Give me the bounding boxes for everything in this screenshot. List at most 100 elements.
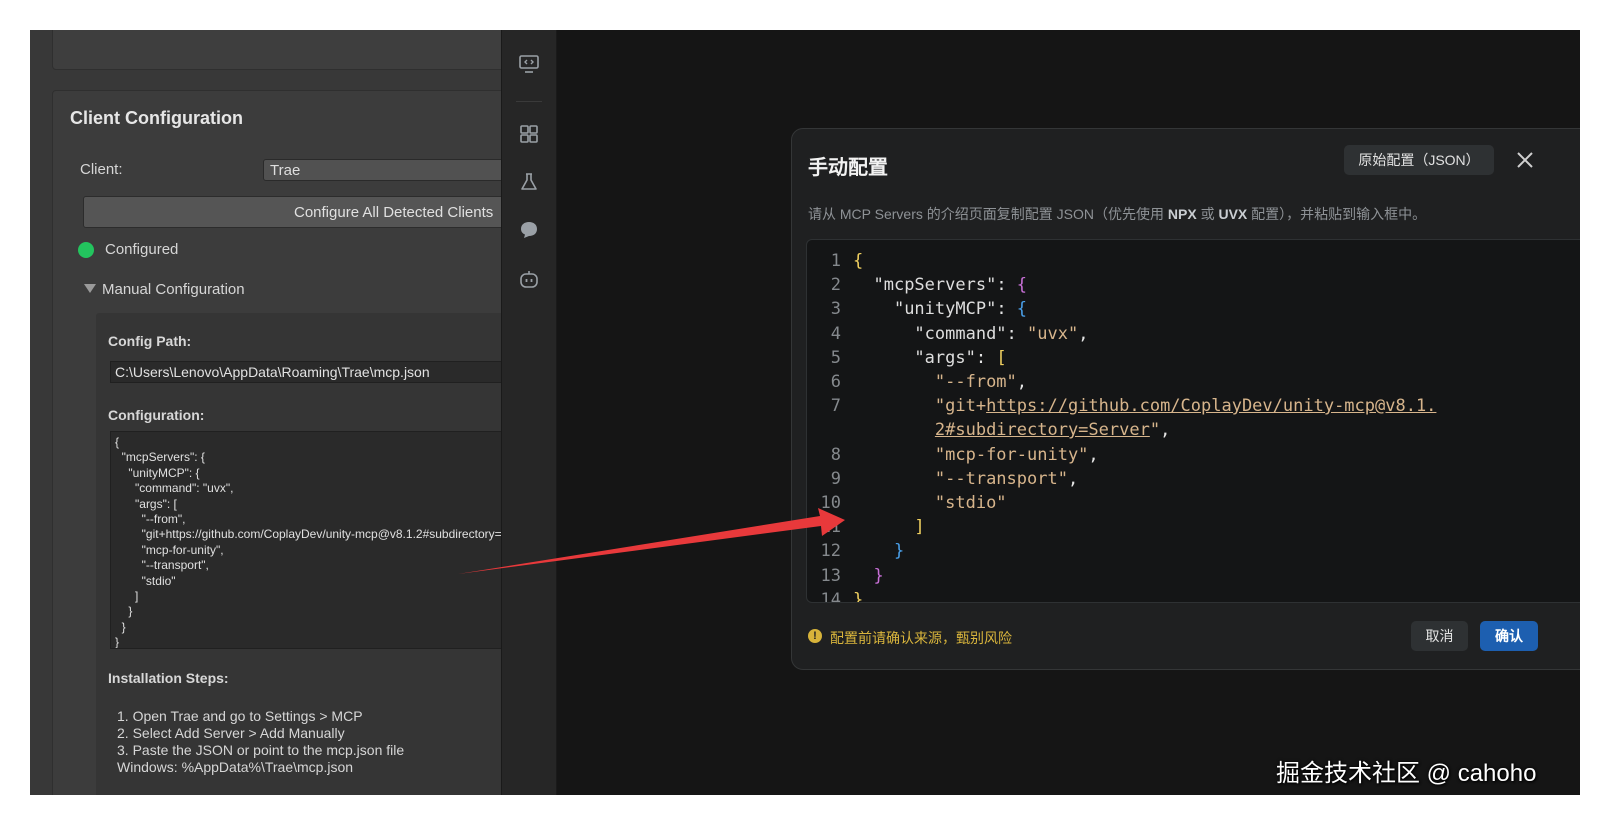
monitor-code-icon[interactable] xyxy=(518,53,540,75)
line-number: 13 xyxy=(820,566,841,586)
installation-steps: 1. Open Trae and go to Settings > MCP 2.… xyxy=(117,708,404,776)
config-line: { xyxy=(115,435,120,449)
client-dropdown[interactable]: Trae xyxy=(263,159,523,181)
line-number: 1 xyxy=(830,251,841,271)
code-line: 2#subdirectory=Server", xyxy=(853,420,1170,440)
cancel-button[interactable]: 取消 xyxy=(1411,621,1468,651)
dialog-description: 请从 MCP Servers 的介绍页面复制配置 JSON（优先使用 NPX 或… xyxy=(808,204,1426,224)
json-editor[interactable]: 1 2 3 4 5 6 7 8 9 10 11 12 13 14 { "mcpS… xyxy=(806,239,1580,603)
code-line: "args": [ xyxy=(853,348,1006,368)
brace: } xyxy=(853,590,864,603)
comma: , xyxy=(1016,372,1028,392)
warning-text: 配置前请确认来源，甄别风险 xyxy=(830,630,1012,646)
line-number: 8 xyxy=(830,445,841,465)
bracket: ] xyxy=(914,517,925,537)
brace: { xyxy=(853,251,864,271)
installation-steps-label: Installation Steps: xyxy=(108,670,229,686)
url-link[interactable]: 2#subdirectory=Server xyxy=(935,420,1150,440)
line-number: 6 xyxy=(830,372,841,392)
status-indicator-icon xyxy=(78,242,94,258)
json-string: "stdio" xyxy=(934,493,1007,513)
confirm-button[interactable]: 确认 xyxy=(1480,621,1538,651)
colon: : xyxy=(975,348,997,368)
config-line: "git+https://github.com/CoplayDev/unity-… xyxy=(115,527,523,542)
step-item: 1. Open Trae and go to Settings > MCP xyxy=(117,708,363,724)
manual-config-dialog: 手动配置 原始配置（JSON） 请从 MCP Servers 的介绍页面复制配置… xyxy=(791,128,1580,670)
code-line: "stdio" xyxy=(853,493,1007,513)
code-line: "mcp-for-unity", xyxy=(853,445,1099,465)
toolbar-separator xyxy=(516,101,542,102)
code-line: "unityMCP": { xyxy=(853,299,1027,319)
json-string: " xyxy=(1149,420,1161,440)
unity-mcp-panel: Client Configuration Client: Trae Config… xyxy=(30,30,526,795)
config-line: "mcpServers": { xyxy=(115,450,205,465)
line-number: 11 xyxy=(820,517,841,537)
section-title: Client Configuration xyxy=(70,108,243,128)
foldout-triangle-icon[interactable] xyxy=(84,284,96,293)
json-string: "uvx" xyxy=(1027,324,1079,344)
config-line: } xyxy=(115,604,133,619)
config-path-label: Config Path: xyxy=(108,333,192,349)
flask-icon[interactable] xyxy=(518,171,540,193)
code-line: "--from", xyxy=(853,372,1027,392)
json-string: "--from" xyxy=(934,372,1017,392)
comma: , xyxy=(1067,469,1079,489)
configure-all-button[interactable]: Configure All Detected Clients xyxy=(83,196,523,228)
step-item: Windows: %AppData%\Trae\mcp.json xyxy=(117,759,354,775)
grid-icon[interactable] xyxy=(518,123,540,145)
line-number: 14 xyxy=(820,590,841,603)
config-line: "args": [ xyxy=(115,496,177,511)
code-line: } xyxy=(853,541,904,561)
line-number: 10 xyxy=(820,493,841,513)
config-line: } xyxy=(115,635,120,649)
client-label: Client: xyxy=(80,161,123,178)
json-key: "command" xyxy=(914,324,1007,344)
line-number: 5 xyxy=(830,348,841,368)
json-key: "args" xyxy=(914,348,976,368)
code-line: } xyxy=(853,566,884,586)
dialog-title: 手动配置 xyxy=(808,157,888,179)
config-line: "--from", xyxy=(115,512,186,527)
config-line: ] xyxy=(115,589,139,604)
line-number: 12 xyxy=(820,541,841,561)
config-line: "unityMCP": { xyxy=(115,465,200,480)
side-toolbar xyxy=(501,30,557,795)
json-key: "mcpServers" xyxy=(873,275,997,295)
brace: { xyxy=(1016,299,1028,319)
line-number: 9 xyxy=(830,469,841,489)
code-line: { xyxy=(853,251,863,271)
line-number: 2 xyxy=(830,275,841,295)
desc-text: 或 xyxy=(1196,206,1219,222)
desc-text: 配置），并粘贴到输入框中。 xyxy=(1247,206,1427,222)
info-icon: ! xyxy=(808,629,822,643)
colon: : xyxy=(1006,324,1028,344)
configuration-textarea[interactable]: { "mcpServers": { "unityMCP": { "command… xyxy=(110,431,523,649)
code-line: "git+https://github.com/CoplayDev/unity-… xyxy=(853,396,1437,416)
config-path-field[interactable]: C:\Users\Lenovo\AppData\Roaming\Trae\mcp… xyxy=(110,361,523,383)
code-line: "mcpServers": { xyxy=(853,275,1027,295)
robot-icon[interactable] xyxy=(518,268,540,290)
url-link[interactable]: https://github.com/CoplayDev/unity-mcp@v… xyxy=(986,396,1436,416)
code-line: "--transport", xyxy=(853,469,1078,489)
raw-config-json-button[interactable]: 原始配置（JSON） xyxy=(1344,145,1494,175)
config-line: "stdio" xyxy=(115,573,176,588)
json-string: "mcp-for-unity" xyxy=(934,445,1089,465)
manual-configuration-foldout[interactable]: Manual Configuration xyxy=(102,281,245,298)
config-line: } xyxy=(115,619,126,634)
brace: } xyxy=(873,566,884,586)
screenshot: Client Configuration Client: Trae Config… xyxy=(30,30,1580,795)
code-line: } xyxy=(853,590,864,603)
close-icon[interactable] xyxy=(1514,149,1536,171)
colon: : xyxy=(996,299,1017,319)
watermark: 掘金技术社区 @ cahoho xyxy=(1276,760,1537,787)
previous-section-card xyxy=(52,30,524,70)
comma: , xyxy=(1088,445,1099,465)
desc-uvx: UVX xyxy=(1218,206,1248,222)
colon: : xyxy=(996,275,1017,295)
brace: { xyxy=(1016,275,1028,295)
status-text: Configured xyxy=(105,241,179,258)
config-line: "mcp-for-unity", xyxy=(115,542,224,557)
step-item: 3. Paste the JSON or point to the mcp.js… xyxy=(117,742,405,758)
chat-bubble-icon[interactable] xyxy=(518,219,540,241)
desc-npx: NPX xyxy=(1167,206,1197,222)
